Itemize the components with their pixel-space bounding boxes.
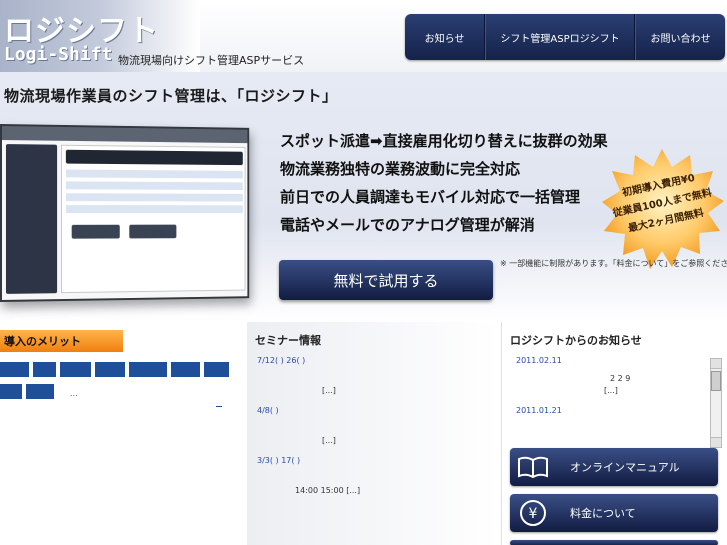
- merit-heading: 導入のメリット: [0, 330, 123, 352]
- mock-button: [129, 224, 177, 239]
- seminar-more-link[interactable]: 14:00 15:00 [...]: [295, 486, 360, 495]
- news-list: 2011.02.11 2 2 9 [...] 2011.01.21: [510, 354, 710, 444]
- free-trial-button[interactable]: 無料で試用する: [279, 260, 493, 300]
- logo-english-text: Logi-Shift: [4, 44, 113, 65]
- merit-link[interactable]: [129, 362, 167, 377]
- merit-underscore-link[interactable]: [216, 406, 222, 407]
- next-side-button[interactable]: [510, 540, 718, 545]
- benefit-item: 物流業務独特の業務波動に完全対応: [280, 160, 521, 178]
- nav-shift-asp[interactable]: シフト管理ASPロジシフト: [485, 14, 635, 60]
- seminar-more-link[interactable]: [...]: [322, 386, 336, 395]
- nav-contact[interactable]: お問い合わせ: [635, 14, 725, 60]
- seminar-column: セミナー情報 7/12( ) 26( ) [...] 4/8( ) [...] …: [247, 322, 500, 545]
- mock-main-panel: [61, 144, 246, 294]
- hero-section: 物流現場作業員のシフト管理は、「ロジシフト」 スポット派遣➡直接雇用化切り替えに…: [0, 72, 727, 322]
- nav-news[interactable]: お知らせ: [405, 14, 485, 60]
- scroll-down-arrow[interactable]: [711, 437, 721, 447]
- news-heading: ロジシフトからのお知らせ: [510, 334, 642, 347]
- benefit-item: スポット派遣➡直接雇用化切り替えに抜群の効果: [280, 132, 608, 150]
- merit-link[interactable]: [26, 384, 54, 399]
- mock-row: [65, 193, 243, 202]
- site-header: ロジシフト Logi-Shift 物流現場向けシフト管理ASPサービス お知らせ…: [0, 0, 727, 72]
- online-manual-label: オンラインマニュアル: [570, 461, 680, 474]
- news-scrollbar[interactable]: [710, 358, 722, 448]
- merit-link[interactable]: [0, 362, 29, 377]
- news-column: ロジシフトからのお知らせ 2011.02.11 2 2 9 [...] 2011…: [501, 322, 727, 545]
- merit-link[interactable]: [204, 362, 229, 377]
- seminar-more-link[interactable]: [...]: [322, 436, 336, 445]
- top-navigation: お知らせ シフト管理ASPロジシフト お問い合わせ: [405, 14, 725, 60]
- site-tagline: 物流現場向けシフト管理ASPサービス: [118, 54, 305, 67]
- mock-calendar-panel: [5, 144, 58, 294]
- benefit-list: スポット派遣➡直接雇用化切り替えに抜群の効果 物流業務独特の業務波動に完全対応 …: [280, 127, 608, 239]
- merit-link[interactable]: [33, 362, 56, 377]
- benefit-item: 前日での人員調達もモバイル対応で一括管理: [280, 188, 581, 206]
- seminar-link[interactable]: 7/12( ) 26( ): [257, 356, 305, 365]
- promo-burst-badge: 初期導入費用¥0 従業員100人まで無料 最大2ヶ月間無料: [600, 147, 725, 272]
- book-icon: [510, 456, 556, 478]
- merit-link[interactable]: [171, 362, 200, 377]
- merit-link[interactable]: [95, 362, 125, 377]
- mock-row: [65, 205, 243, 213]
- news-date: 2011.01.21: [516, 406, 562, 415]
- mock-row: [65, 169, 243, 179]
- online-manual-button[interactable]: オンラインマニュアル: [510, 448, 718, 486]
- scroll-thumb[interactable]: [711, 371, 721, 391]
- hero-heading: 物流現場作業員のシフト管理は、「ロジシフト」: [4, 87, 338, 105]
- mock-date-bar: [65, 149, 243, 166]
- mock-row: [65, 181, 243, 191]
- svg-text:¥: ¥: [529, 506, 538, 522]
- app-screenshot-image: [0, 124, 250, 302]
- seminar-link[interactable]: 3/3( ) 17( ): [257, 456, 300, 465]
- merit-ellipsis: ...: [70, 389, 78, 398]
- yen-icon: ¥: [510, 499, 556, 527]
- mock-button: [71, 224, 120, 239]
- scroll-up-arrow[interactable]: [711, 359, 721, 369]
- pricing-button[interactable]: ¥ 料金について: [510, 494, 718, 532]
- seminar-heading: セミナー情報: [255, 334, 321, 347]
- mock-topbar: [1, 126, 248, 144]
- seminar-link[interactable]: 4/8( ): [257, 406, 279, 415]
- pricing-label: 料金について: [570, 507, 636, 520]
- benefit-item: 電話やメールでのアナログ管理が解消: [280, 216, 535, 234]
- merit-link[interactable]: [0, 384, 22, 399]
- pricing-note: ※ 一部機能に制限があります。「料金について」をご参照ください。: [500, 259, 727, 268]
- merit-link[interactable]: [60, 362, 91, 377]
- news-date: 2011.02.11: [516, 356, 562, 365]
- news-more-link[interactable]: [...]: [604, 386, 618, 395]
- merit-column: 導入のメリット ...: [0, 322, 246, 545]
- news-item-text[interactable]: 2 2 9: [610, 374, 630, 383]
